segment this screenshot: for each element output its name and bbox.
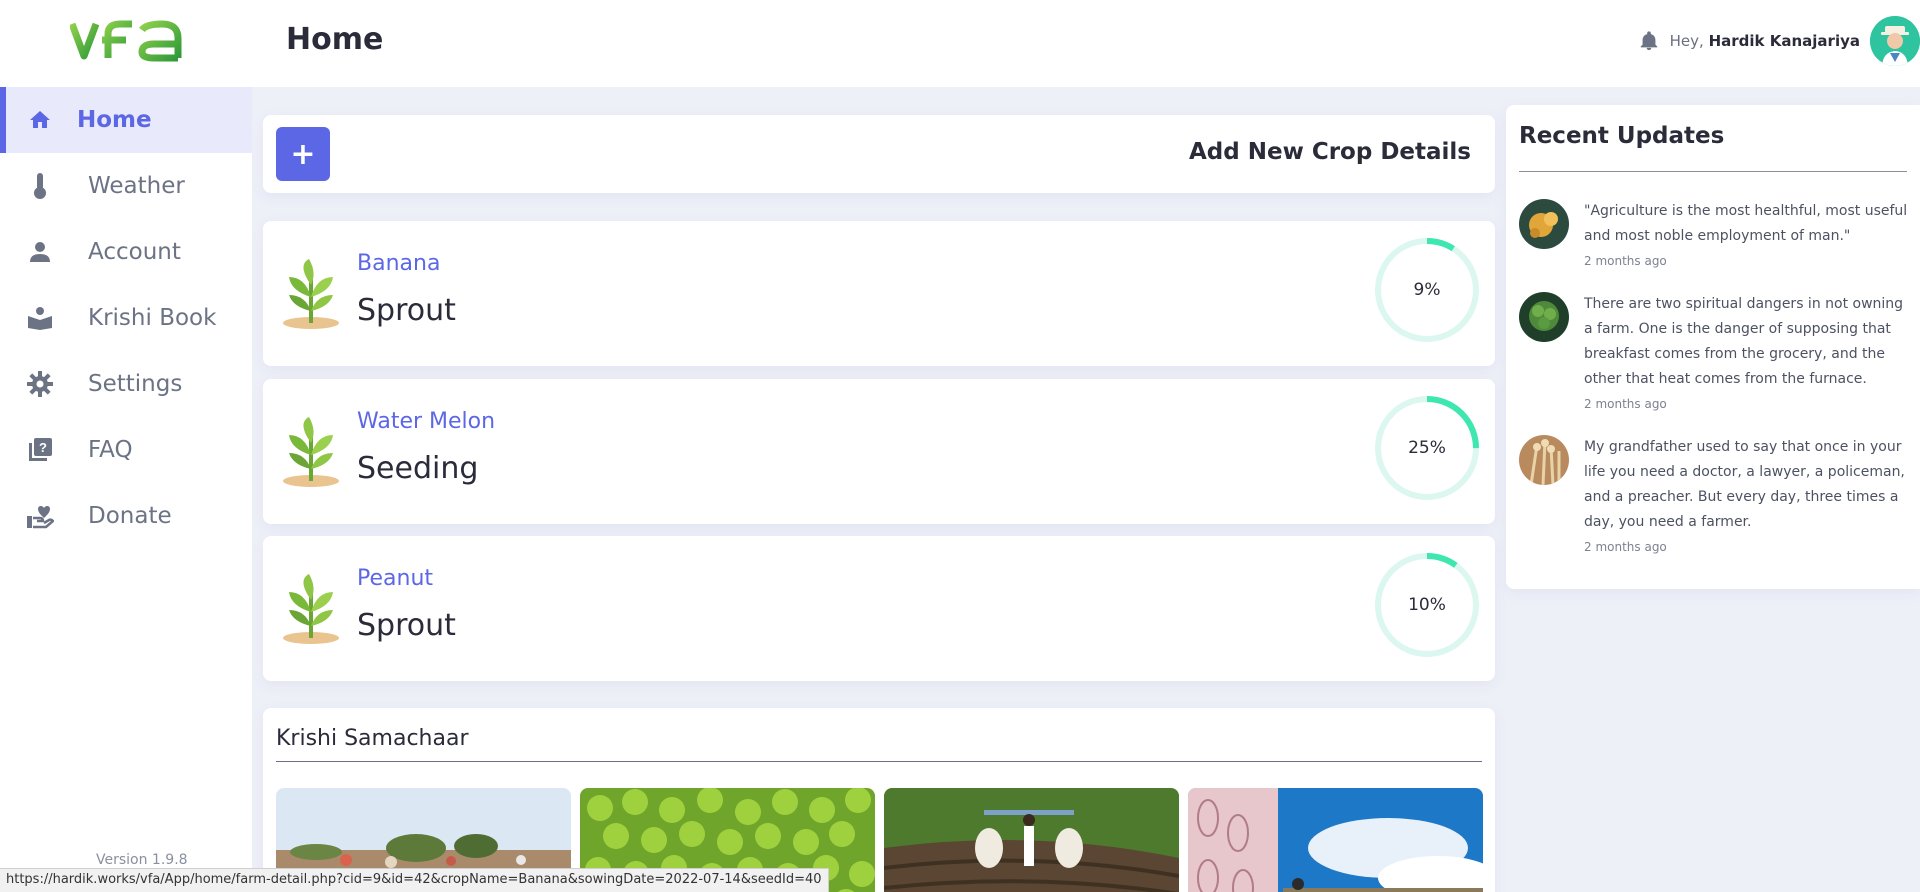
- crop-stage: Seeding: [357, 451, 479, 486]
- vfa-logo[interactable]: [70, 18, 186, 64]
- sidebar-item-label: Weather: [88, 173, 185, 199]
- krishi-samachaar-card: Krishi Samachaar: [263, 708, 1495, 892]
- sprout-icon: [283, 417, 339, 487]
- crop-card[interactable]: Banana Sprout 9%: [263, 221, 1495, 366]
- crop-card[interactable]: Peanut Sprout 10%: [263, 536, 1495, 681]
- update-text: "Agriculture is the most healthful, most…: [1584, 203, 1908, 244]
- add-crop-button[interactable]: +: [276, 127, 330, 181]
- page-title: Home: [286, 22, 384, 57]
- news-image-currency-farm[interactable]: [1188, 788, 1483, 892]
- progress-percent: 10%: [1408, 595, 1446, 615]
- crop-name: Water Melon: [357, 409, 496, 434]
- sidebar: Home Weather Account Krishi Book Setting…: [0, 87, 252, 892]
- sidebar-item-weather[interactable]: Weather: [0, 153, 252, 219]
- update-thumbnail: [1519, 199, 1569, 249]
- greeting-prefix: Hey,: [1669, 32, 1704, 50]
- top-header: Home Hey, Hardik Kanajariya: [0, 0, 1920, 87]
- avatar[interactable]: [1870, 16, 1920, 66]
- sidebar-item-label: Krishi Book: [88, 305, 217, 331]
- home-icon: [26, 106, 54, 134]
- gear-icon: [26, 370, 54, 398]
- sidebar-item-label: Settings: [88, 371, 183, 397]
- crop-stage: Sprout: [357, 293, 456, 328]
- user-icon: [26, 238, 54, 266]
- crop-stage: Sprout: [357, 608, 456, 643]
- sprout-icon: [283, 574, 339, 644]
- progress-percent: 9%: [1413, 280, 1441, 300]
- sidebar-item-krishi-book[interactable]: Krishi Book: [0, 285, 252, 351]
- user-greeting: Hey, Hardik Kanajariya: [1670, 32, 1860, 50]
- update-time: 2 months ago: [1584, 254, 1667, 268]
- update-time: 2 months ago: [1584, 540, 1667, 554]
- svg-text:?: ?: [39, 440, 47, 455]
- update-text: There are two spiritual dangers in not o…: [1584, 296, 1904, 387]
- add-crop-card: + Add New Crop Details: [263, 115, 1495, 193]
- sidebar-item-label: Donate: [88, 503, 172, 529]
- user-area: Hey, Hardik Kanajariya: [1638, 14, 1920, 68]
- sidebar-item-label: Account: [88, 239, 181, 265]
- book-icon: [26, 304, 54, 332]
- sprout-icon: [283, 259, 339, 329]
- sidebar-item-account[interactable]: Account: [0, 219, 252, 285]
- update-thumbnail: [1519, 435, 1569, 485]
- sidebar-item-donate[interactable]: Donate: [0, 483, 252, 549]
- donate-icon: [26, 502, 54, 530]
- recent-updates-panel: Recent Updates "Agriculture is the most …: [1506, 105, 1920, 589]
- divider: [276, 761, 1482, 762]
- sidebar-item-label: Home: [77, 107, 152, 133]
- news-image-bullock-plough[interactable]: [884, 788, 1179, 892]
- update-time: 2 months ago: [1584, 397, 1667, 411]
- news-section-title: Krishi Samachaar: [276, 726, 469, 751]
- faq-icon: ?: [26, 436, 54, 464]
- recent-updates-title: Recent Updates: [1519, 123, 1725, 149]
- sidebar-item-home[interactable]: Home: [0, 87, 252, 153]
- crop-name: Peanut: [357, 566, 434, 591]
- crop-card[interactable]: Water Melon Seeding 25%: [263, 379, 1495, 524]
- browser-status-bar: https://hardik.works/vfa/App/home/farm-d…: [0, 868, 829, 892]
- progress-percent: 25%: [1408, 438, 1446, 458]
- add-crop-label[interactable]: Add New Crop Details: [1189, 139, 1471, 165]
- crop-name: Banana: [357, 251, 441, 276]
- thermometer-icon: [26, 172, 54, 200]
- bell-icon[interactable]: [1638, 29, 1660, 53]
- sidebar-item-label: FAQ: [88, 437, 133, 463]
- update-thumbnail: [1519, 292, 1569, 342]
- sidebar-item-settings[interactable]: Settings: [0, 351, 252, 417]
- farmer-avatar-icon: [1870, 16, 1920, 66]
- update-text: My grandfather used to say that once in …: [1584, 439, 1905, 530]
- app-version: Version 1.9.8: [96, 852, 188, 868]
- sidebar-item-faq[interactable]: ? FAQ: [0, 417, 252, 483]
- divider: [1519, 171, 1907, 172]
- user-name[interactable]: Hardik Kanajariya: [1709, 32, 1860, 50]
